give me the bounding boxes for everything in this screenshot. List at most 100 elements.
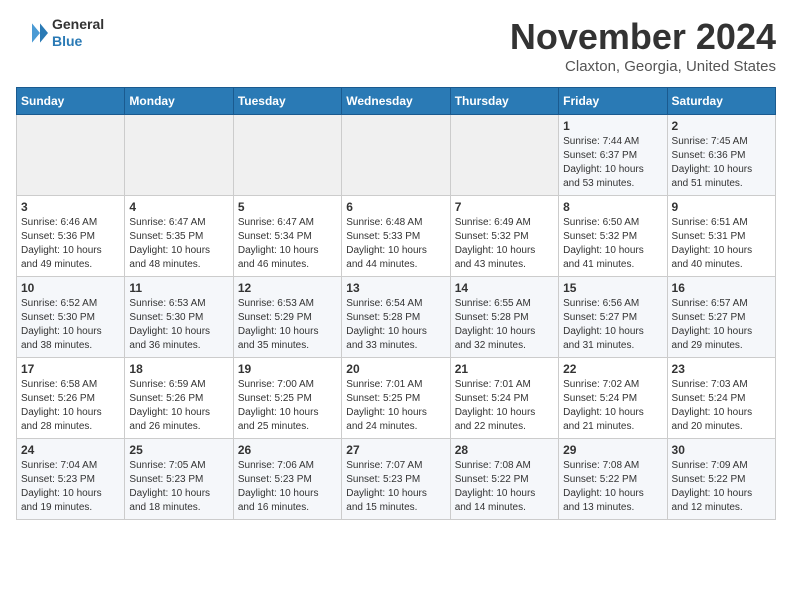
calendar-week: 10Sunrise: 6:52 AM Sunset: 5:30 PM Dayli… <box>17 277 776 358</box>
calendar-body: 1Sunrise: 7:44 AM Sunset: 6:37 PM Daylig… <box>17 115 776 520</box>
day-number: 28 <box>455 443 554 457</box>
calendar-cell: 24Sunrise: 7:04 AM Sunset: 5:23 PM Dayli… <box>17 439 125 520</box>
day-info: Sunrise: 6:56 AM Sunset: 5:27 PM Dayligh… <box>563 297 662 353</box>
day-number: 14 <box>455 281 554 295</box>
weekday-header: Saturday <box>667 88 775 115</box>
day-info: Sunrise: 7:08 AM Sunset: 5:22 PM Dayligh… <box>563 459 662 515</box>
day-info: Sunrise: 6:50 AM Sunset: 5:32 PM Dayligh… <box>563 216 662 272</box>
day-number: 12 <box>238 281 337 295</box>
day-number: 23 <box>672 362 771 376</box>
calendar-cell: 20 Sunrise: 7:01 AM Sunset: 5:25 PM Dayli… <box>342 358 450 439</box>
day-number: 16 <box>672 281 771 295</box>
day-number: 17 <box>21 362 120 376</box>
calendar-cell <box>450 115 558 196</box>
calendar-week: 24Sunrise: 7:04 AM Sunset: 5:23 PM Dayli… <box>17 439 776 520</box>
day-info: Sunrise: 7:02 AM Sunset: 5:24 PM Dayligh… <box>563 378 662 434</box>
day-number: 20 <box>346 362 445 376</box>
day-info: Sunrise: 6:55 AM Sunset: 5:28 PM Dayligh… <box>455 297 554 353</box>
day-number: 19 <box>238 362 337 376</box>
calendar-cell: 29 Sunrise: 7:08 AM Sunset: 5:22 PM Dayli… <box>559 439 667 520</box>
calendar-cell: 14 Sunrise: 6:55 AM Sunset: 5:28 PM Dayli… <box>450 277 558 358</box>
day-number: 7 <box>455 200 554 214</box>
calendar-cell: 27 Sunrise: 7:07 AM Sunset: 5:23 PM Dayli… <box>342 439 450 520</box>
day-number: 27 <box>346 443 445 457</box>
day-info: Sunrise: 7:08 AM Sunset: 5:22 PM Dayligh… <box>455 459 554 515</box>
day-number: 26 <box>238 443 337 457</box>
weekday-header: Sunday <box>17 88 125 115</box>
calendar-cell <box>17 115 125 196</box>
day-info: Sunrise: 7:05 AM Sunset: 5:23 PM Dayligh… <box>129 459 228 515</box>
calendar-week: 3 Sunrise: 6:46 AM Sunset: 5:36 PM Daylig… <box>17 196 776 277</box>
logo-icon <box>16 17 48 49</box>
day-info: Sunrise: 6:59 AM Sunset: 5:26 PM Dayligh… <box>129 378 228 434</box>
day-info: Sunrise: 7:03 AM Sunset: 5:24 PM Dayligh… <box>672 378 771 434</box>
calendar-cell: 4 Sunrise: 6:47 AM Sunset: 5:35 PM Daylig… <box>125 196 233 277</box>
day-number: 3 <box>21 200 120 214</box>
location: Claxton, Georgia, United States <box>510 58 776 75</box>
day-number: 11 <box>129 281 228 295</box>
calendar-cell: 26 Sunrise: 7:06 AM Sunset: 5:23 PM Dayli… <box>233 439 341 520</box>
calendar-cell: 30Sunrise: 7:09 AM Sunset: 5:22 PM Dayli… <box>667 439 775 520</box>
day-number: 4 <box>129 200 228 214</box>
logo: General Blue <box>16 16 104 50</box>
day-number: 10 <box>21 281 120 295</box>
day-number: 6 <box>346 200 445 214</box>
calendar-cell: 17 Sunrise: 6:58 AM Sunset: 5:26 PM Dayli… <box>17 358 125 439</box>
calendar-cell: 9 Sunrise: 6:51 AM Sunset: 5:31 PM Daylig… <box>667 196 775 277</box>
day-number: 25 <box>129 443 228 457</box>
day-info: Sunrise: 7:07 AM Sunset: 5:23 PM Dayligh… <box>346 459 445 515</box>
calendar-cell: 22 Sunrise: 7:02 AM Sunset: 5:24 PM Dayli… <box>559 358 667 439</box>
calendar-cell: 3 Sunrise: 6:46 AM Sunset: 5:36 PM Daylig… <box>17 196 125 277</box>
calendar-header: SundayMondayTuesdayWednesdayThursdayFrid… <box>17 88 776 115</box>
month-title: November 2024 <box>510 16 776 58</box>
calendar-cell: 23 Sunrise: 7:03 AM Sunset: 5:24 PM Dayli… <box>667 358 775 439</box>
calendar-week: 17 Sunrise: 6:58 AM Sunset: 5:26 PM Dayli… <box>17 358 776 439</box>
calendar-cell: 28 Sunrise: 7:08 AM Sunset: 5:22 PM Dayli… <box>450 439 558 520</box>
weekday-header: Friday <box>559 88 667 115</box>
day-info: Sunrise: 6:47 AM Sunset: 5:34 PM Dayligh… <box>238 216 337 272</box>
day-info: Sunrise: 7:45 AM Sunset: 6:36 PM Dayligh… <box>672 135 771 191</box>
weekday-header: Wednesday <box>342 88 450 115</box>
day-info: Sunrise: 6:53 AM Sunset: 5:30 PM Dayligh… <box>129 297 228 353</box>
calendar-cell: 8 Sunrise: 6:50 AM Sunset: 5:32 PM Daylig… <box>559 196 667 277</box>
title-section: November 2024 Claxton, Georgia, United S… <box>510 16 776 75</box>
day-number: 22 <box>563 362 662 376</box>
day-info: Sunrise: 6:54 AM Sunset: 5:28 PM Dayligh… <box>346 297 445 353</box>
calendar-cell: 21Sunrise: 7:01 AM Sunset: 5:24 PM Dayli… <box>450 358 558 439</box>
day-info: Sunrise: 7:01 AM Sunset: 5:25 PM Dayligh… <box>346 378 445 434</box>
day-info: Sunrise: 6:46 AM Sunset: 5:36 PM Dayligh… <box>21 216 120 272</box>
weekday-header: Tuesday <box>233 88 341 115</box>
calendar-cell: 2 Sunrise: 7:45 AM Sunset: 6:36 PM Daylig… <box>667 115 775 196</box>
day-number: 29 <box>563 443 662 457</box>
day-info: Sunrise: 7:04 AM Sunset: 5:23 PM Dayligh… <box>21 459 120 515</box>
day-number: 8 <box>563 200 662 214</box>
day-number: 5 <box>238 200 337 214</box>
calendar: SundayMondayTuesdayWednesdayThursdayFrid… <box>16 87 776 520</box>
day-info: Sunrise: 6:47 AM Sunset: 5:35 PM Dayligh… <box>129 216 228 272</box>
calendar-cell: 25 Sunrise: 7:05 AM Sunset: 5:23 PM Dayli… <box>125 439 233 520</box>
calendar-cell: 16 Sunrise: 6:57 AM Sunset: 5:27 PM Dayli… <box>667 277 775 358</box>
day-number: 9 <box>672 200 771 214</box>
day-info: Sunrise: 6:58 AM Sunset: 5:26 PM Dayligh… <box>21 378 120 434</box>
day-info: Sunrise: 6:57 AM Sunset: 5:27 PM Dayligh… <box>672 297 771 353</box>
day-info: Sunrise: 7:44 AM Sunset: 6:37 PM Dayligh… <box>563 135 662 191</box>
calendar-cell: 10Sunrise: 6:52 AM Sunset: 5:30 PM Dayli… <box>17 277 125 358</box>
day-info: Sunrise: 6:49 AM Sunset: 5:32 PM Dayligh… <box>455 216 554 272</box>
calendar-cell: 1Sunrise: 7:44 AM Sunset: 6:37 PM Daylig… <box>559 115 667 196</box>
calendar-cell: 13 Sunrise: 6:54 AM Sunset: 5:28 PM Dayli… <box>342 277 450 358</box>
calendar-cell: 11 Sunrise: 6:53 AM Sunset: 5:30 PM Dayli… <box>125 277 233 358</box>
day-info: Sunrise: 6:53 AM Sunset: 5:29 PM Dayligh… <box>238 297 337 353</box>
calendar-cell: 15 Sunrise: 6:56 AM Sunset: 5:27 PM Dayli… <box>559 277 667 358</box>
day-info: Sunrise: 7:01 AM Sunset: 5:24 PM Dayligh… <box>455 378 554 434</box>
day-number: 2 <box>672 119 771 133</box>
day-info: Sunrise: 7:06 AM Sunset: 5:23 PM Dayligh… <box>238 459 337 515</box>
calendar-cell: 6Sunrise: 6:48 AM Sunset: 5:33 PM Daylig… <box>342 196 450 277</box>
day-number: 15 <box>563 281 662 295</box>
day-number: 13 <box>346 281 445 295</box>
day-info: Sunrise: 6:51 AM Sunset: 5:31 PM Dayligh… <box>672 216 771 272</box>
calendar-cell: 12 Sunrise: 6:53 AM Sunset: 5:29 PM Dayli… <box>233 277 341 358</box>
calendar-cell: 19Sunrise: 7:00 AM Sunset: 5:25 PM Dayli… <box>233 358 341 439</box>
day-info: Sunrise: 7:09 AM Sunset: 5:22 PM Dayligh… <box>672 459 771 515</box>
weekday-header: Thursday <box>450 88 558 115</box>
calendar-cell: 18Sunrise: 6:59 AM Sunset: 5:26 PM Dayli… <box>125 358 233 439</box>
